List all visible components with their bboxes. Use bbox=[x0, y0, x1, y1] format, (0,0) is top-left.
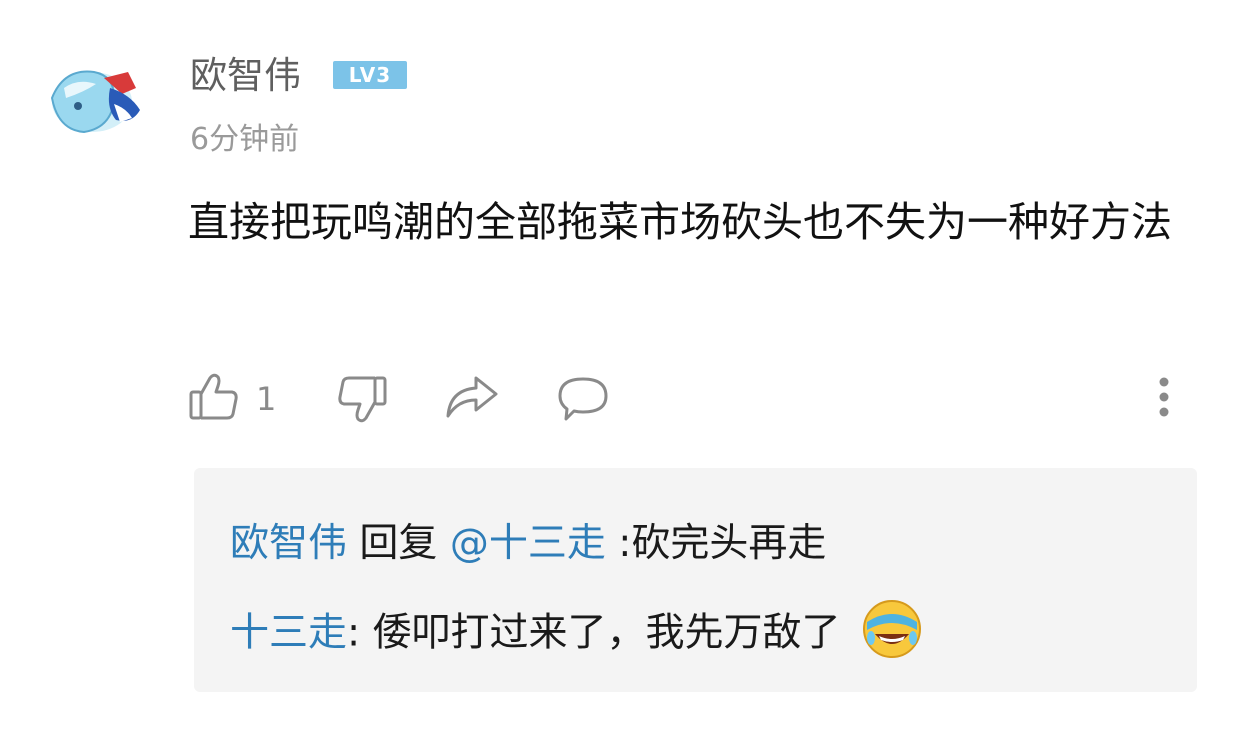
reply-text: :砍完头再走 bbox=[618, 521, 827, 566]
reply-mention[interactable]: @十三走 bbox=[450, 521, 606, 566]
reply-text: 倭叩打过来了，我先万敌了 bbox=[360, 610, 841, 656]
more-vertical-icon[interactable] bbox=[1154, 376, 1174, 424]
reply-item[interactable]: 欧智伟 回复 @十三走 :砍完头再走 bbox=[230, 516, 826, 572]
comment-icon[interactable] bbox=[556, 376, 610, 426]
thumbs-down-icon[interactable] bbox=[336, 374, 388, 428]
reply-action-label: 回复 bbox=[359, 521, 438, 566]
share-icon[interactable] bbox=[444, 374, 500, 424]
reply-section[interactable]: 欧智伟 回复 @十三走 :砍完头再走 十三走: 倭叩打过来了，我先万敌了 bbox=[194, 468, 1197, 692]
reply-author[interactable]: 十三走 bbox=[230, 611, 347, 656]
comment-text: 直接把玩鸣潮的全部拖菜市场砍头也不失为一种好方法 bbox=[188, 198, 1172, 246]
reply-author[interactable]: 欧智伟 bbox=[230, 521, 347, 566]
like-count: 1 bbox=[256, 380, 277, 418]
level-badge: LV3 bbox=[333, 61, 407, 89]
reply-separator: : bbox=[347, 610, 361, 656]
comment-time: 6分钟前 bbox=[190, 122, 300, 157]
avatar[interactable] bbox=[44, 58, 146, 138]
laughing-crying-emoji-icon bbox=[861, 598, 923, 660]
reply-item[interactable]: 十三走: 倭叩打过来了，我先万敌了 bbox=[230, 600, 923, 666]
username[interactable]: 欧智伟 bbox=[190, 48, 301, 104]
thumbs-up-icon[interactable] bbox=[188, 372, 240, 426]
